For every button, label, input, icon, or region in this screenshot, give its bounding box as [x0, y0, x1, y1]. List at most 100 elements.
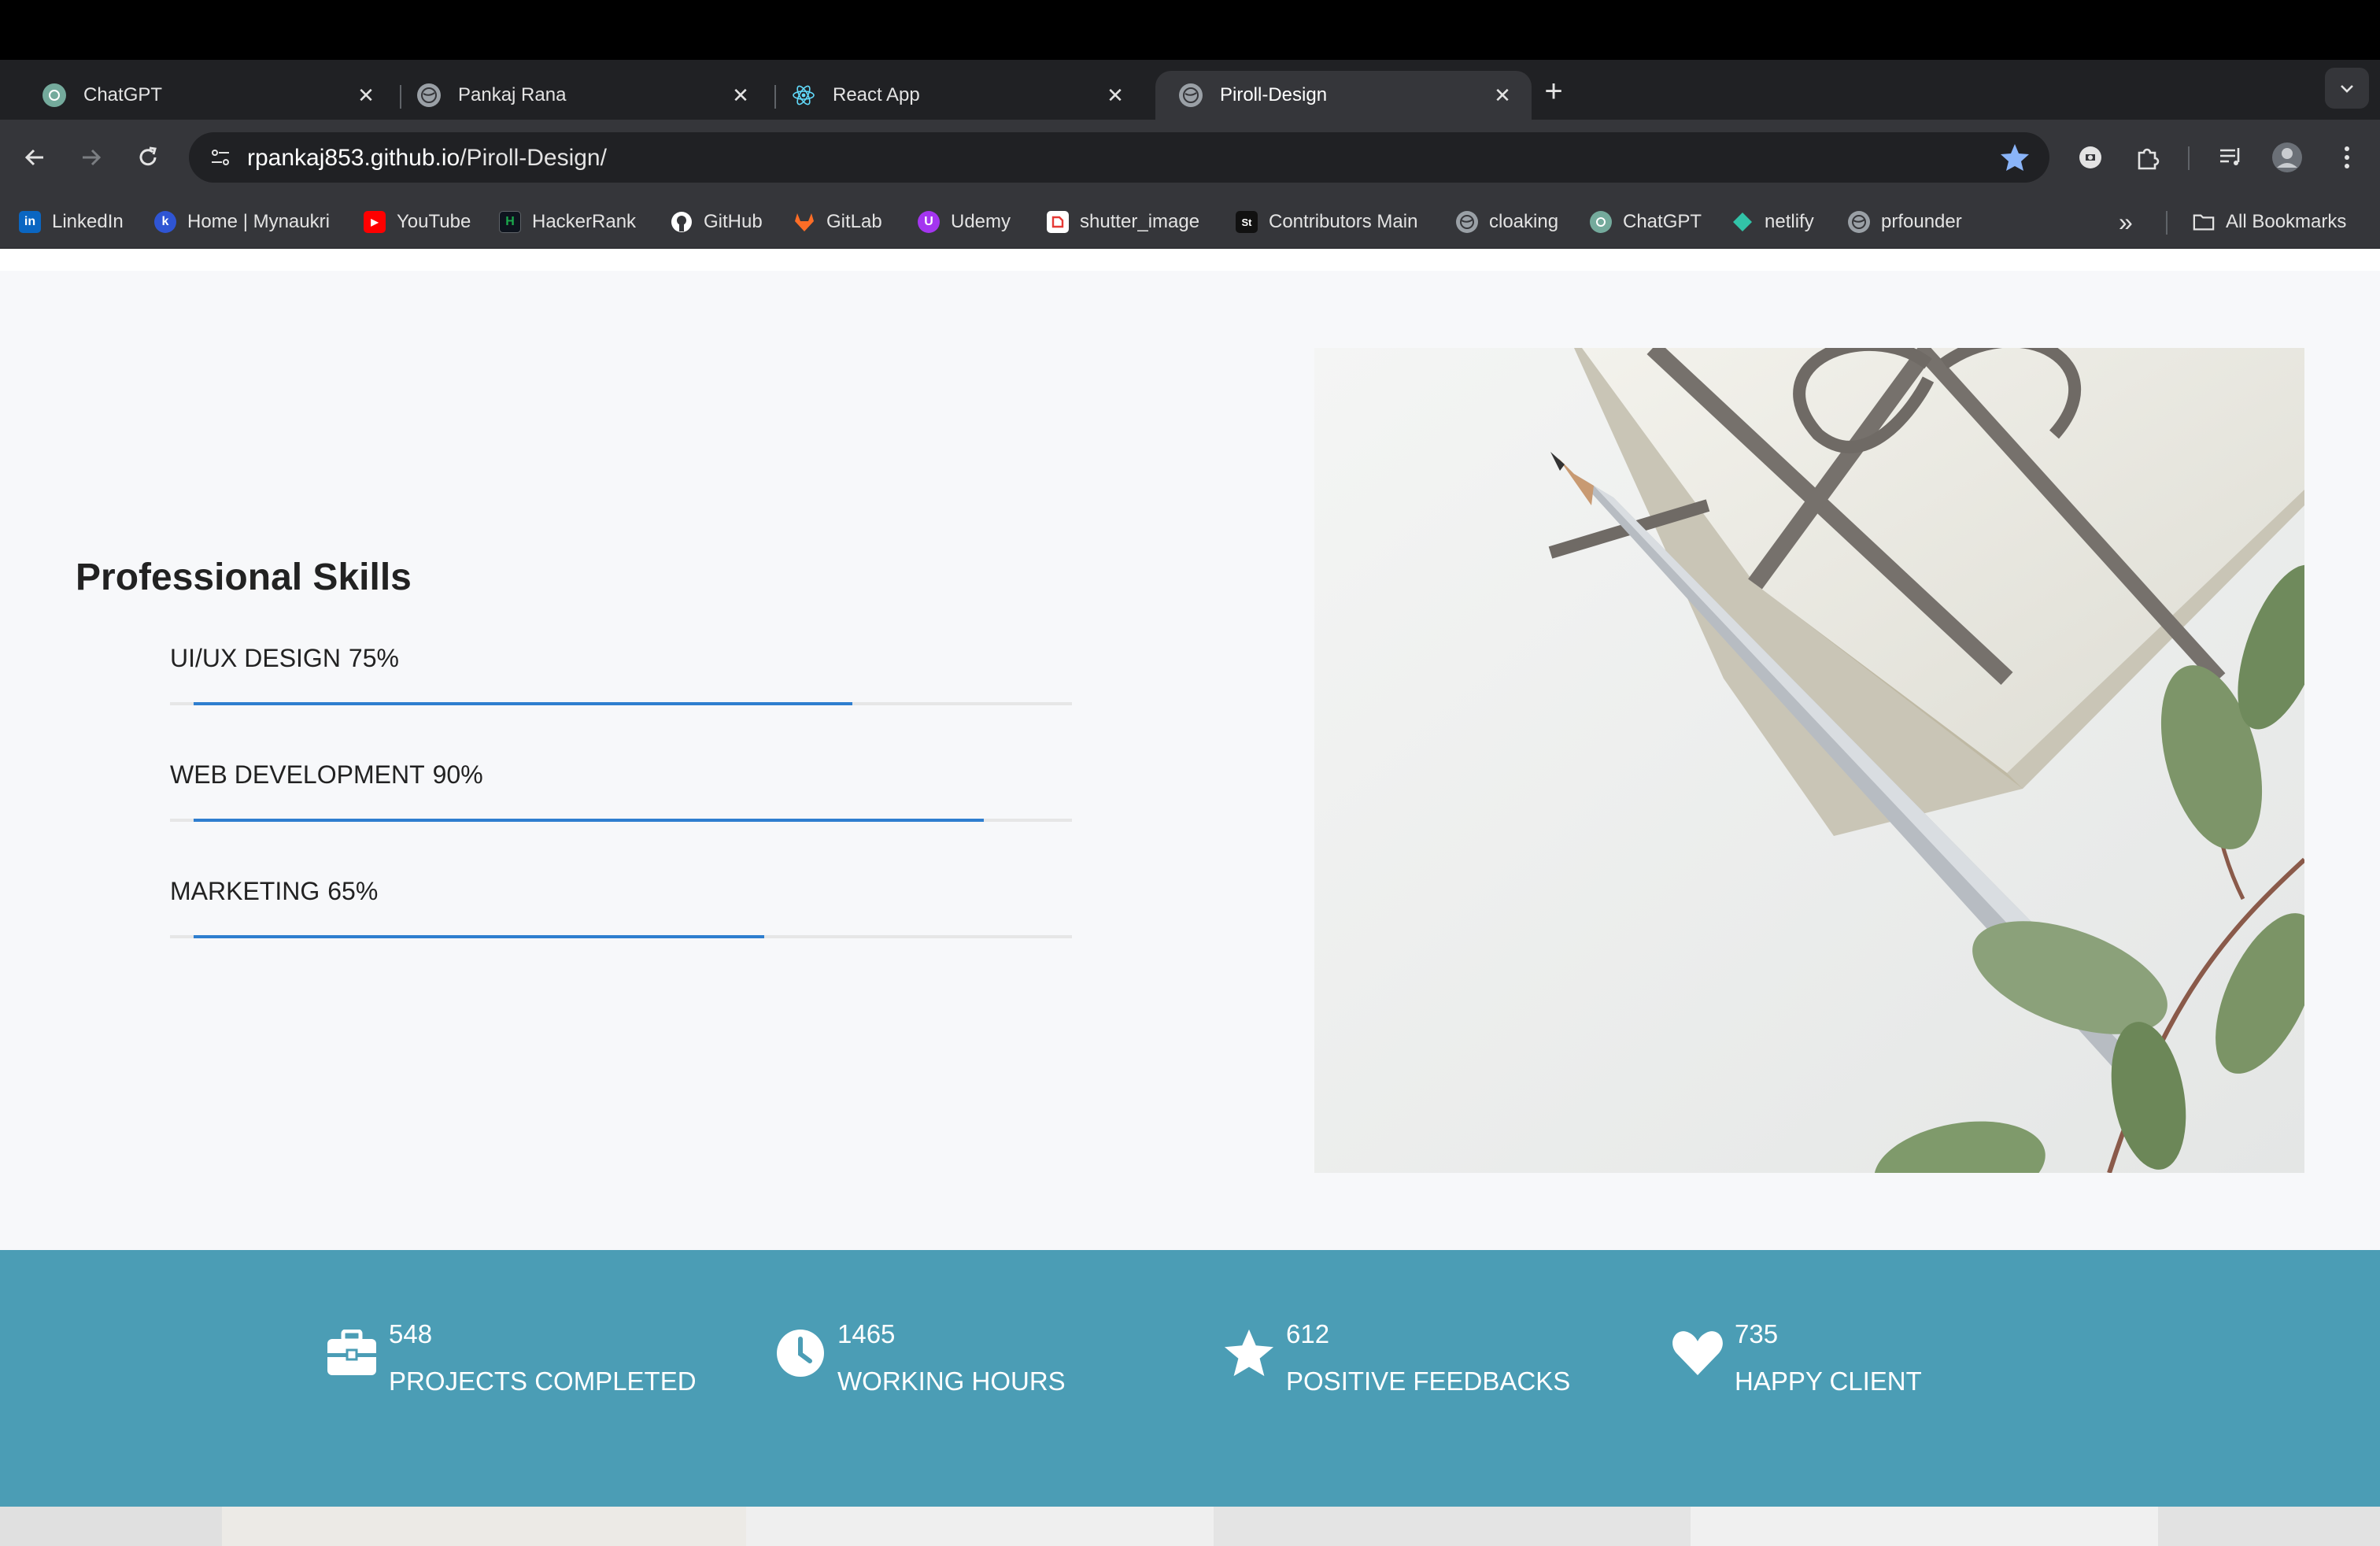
- portfolio-gallery-preview: [0, 1507, 2380, 1546]
- react-icon: [792, 83, 815, 107]
- linkedin-icon: in: [19, 211, 41, 233]
- bookmark-chatgpt[interactable]: ChatGPT: [1590, 206, 1702, 238]
- gallery-tile: [222, 1507, 746, 1546]
- tab-react-app[interactable]: React App ✕: [768, 71, 1144, 120]
- star-icon: [1223, 1327, 1275, 1379]
- udemy-icon: U: [918, 211, 940, 233]
- skill-progress-track: [170, 935, 1072, 938]
- extension-icon[interactable]: [2071, 139, 2109, 176]
- bookmark-linkedin[interactable]: in LinkedIn: [19, 206, 124, 238]
- tab-pankaj-rana[interactable]: Pankaj Rana ✕: [394, 71, 770, 120]
- bookmark-label: cloaking: [1489, 211, 1559, 232]
- new-tab-button[interactable]: +: [1536, 74, 1571, 109]
- url-host: rpankaj853.github.io: [247, 145, 460, 171]
- gallery-tile: [0, 1507, 222, 1546]
- netlify-icon: [1731, 211, 1754, 233]
- all-bookmarks-button[interactable]: All Bookmarks: [2193, 206, 2346, 238]
- more-menu-icon[interactable]: [2328, 139, 2366, 176]
- tab-title: ChatGPT: [83, 84, 163, 105]
- bookmark-github[interactable]: GitHub: [671, 206, 763, 238]
- bookmarks-separator: [2166, 211, 2168, 235]
- shutter-icon: [1047, 211, 1069, 233]
- gallery-tile: [746, 1507, 1214, 1546]
- skills-photo: [1314, 348, 2304, 1173]
- bookmark-label: prfounder: [1881, 211, 1962, 232]
- skill-progress-fill: [194, 819, 984, 822]
- puzzle-icon[interactable]: [2128, 139, 2166, 176]
- bookmark-label: ChatGPT: [1623, 211, 1702, 232]
- skill-label: MARKETING 65%: [170, 877, 379, 905]
- bookmark-star-icon[interactable]: [1999, 142, 2031, 173]
- url-text: rpankaj853.github.io/Piroll-Design/: [247, 145, 607, 172]
- toolbar-separator: [2188, 146, 2190, 170]
- more-bookmarks-button[interactable]: »: [2119, 206, 2133, 238]
- address-bar[interactable]: rpankaj853.github.io/Piroll-Design/: [189, 132, 2049, 183]
- bookmark-label: shutter_image: [1080, 211, 1200, 232]
- close-icon[interactable]: ✕: [729, 83, 752, 107]
- heart-icon: [1672, 1327, 1724, 1379]
- stats-section: 548 PROJECTS COMPLETED 1465 WORKING HOUR…: [0, 1250, 2380, 1507]
- arrow-right-icon: [83, 149, 102, 166]
- media-control-icon[interactable]: [2212, 139, 2249, 176]
- tab-strip: ChatGPT ✕ Pankaj Rana ✕ React App ✕ Piro…: [0, 60, 2380, 120]
- tab-piroll-design[interactable]: Piroll-Design ✕: [1155, 71, 1532, 120]
- stat-number: 1465: [837, 1319, 896, 1348]
- mynaukri-icon: k: [154, 211, 176, 233]
- bookmark-label: netlify: [1765, 211, 1814, 232]
- stat-number: 612: [1286, 1319, 1330, 1348]
- bookmark-prfounder[interactable]: prfounder: [1848, 206, 1962, 238]
- bookmark-label: Home | Mynaukri: [187, 211, 330, 232]
- gallery-tile: [1214, 1507, 1691, 1546]
- skill-progress-fill: [194, 935, 764, 938]
- gallery-tile: [1691, 1507, 2158, 1546]
- bookmarks-bar: in LinkedIn k Home | Mynaukri ▶ YouTube …: [0, 195, 2380, 249]
- tab-chatgpt[interactable]: ChatGPT ✕: [19, 71, 395, 120]
- close-icon[interactable]: ✕: [1103, 83, 1127, 107]
- stat-label: PROJECTS COMPLETED: [389, 1367, 697, 1396]
- header-bottom-edge: [0, 249, 2380, 271]
- gitlab-icon: [793, 211, 815, 233]
- bookmark-mynaukri[interactable]: k Home | Mynaukri: [154, 206, 330, 238]
- clock-icon: [774, 1327, 826, 1379]
- briefcase-icon: [326, 1327, 378, 1379]
- skill-progress-track: [170, 702, 1072, 705]
- window-top-bar: [0, 0, 2380, 60]
- chatgpt-icon: [1590, 211, 1612, 233]
- bookmark-contributors-main[interactable]: St Contributors Main: [1236, 206, 1417, 238]
- reload-button[interactable]: [128, 137, 168, 178]
- globe-icon: [1456, 211, 1478, 233]
- site-info-icon[interactable]: [203, 140, 238, 175]
- stat-label: WORKING HOURS: [837, 1367, 1066, 1396]
- close-icon[interactable]: ✕: [1491, 83, 1514, 107]
- stat-label: POSITIVE FEEDBACKS: [1286, 1367, 1571, 1396]
- reload-icon: [139, 146, 157, 166]
- skill-label: UI/UX DESIGN 75%: [170, 644, 399, 672]
- tab-title: Pankaj Rana: [458, 84, 567, 105]
- bookmark-youtube[interactable]: ▶ YouTube: [364, 206, 471, 238]
- stat-number: 735: [1735, 1319, 1779, 1348]
- bookmark-gitlab[interactable]: GitLab: [793, 206, 882, 238]
- bookmark-label: YouTube: [397, 211, 471, 232]
- url-path: /Piroll-Design/: [460, 145, 607, 171]
- bookmark-shutter-image[interactable]: shutter_image: [1047, 206, 1199, 238]
- skill-progress-fill: [194, 702, 852, 705]
- arrow-left-icon: [24, 149, 43, 166]
- browser-toolbar: rpankaj853.github.io/Piroll-Design/: [0, 120, 2380, 195]
- back-button[interactable]: [14, 137, 55, 178]
- folder-icon: [2193, 211, 2215, 233]
- forward-button[interactable]: [71, 137, 112, 178]
- chevron-down-icon: [2341, 85, 2353, 93]
- close-icon[interactable]: ✕: [354, 83, 378, 107]
- bookmark-hackerrank[interactable]: H HackerRank: [499, 206, 636, 238]
- tab-search-button[interactable]: [2325, 68, 2369, 109]
- bookmark-cloaking[interactable]: cloaking: [1456, 206, 1558, 238]
- profile-avatar[interactable]: [2268, 139, 2306, 176]
- bookmark-udemy[interactable]: U Udemy: [918, 206, 1011, 238]
- shutterstock-icon: St: [1236, 211, 1258, 233]
- tab-title: React App: [833, 84, 920, 105]
- bookmark-label: Contributors Main: [1269, 211, 1418, 232]
- bookmark-netlify[interactable]: netlify: [1731, 206, 1814, 238]
- page-viewport: Professional Skills UI/UX DESIGN 75% WEB …: [0, 249, 2380, 1546]
- gallery-tile: [2158, 1507, 2380, 1546]
- globe-icon: [1848, 211, 1870, 233]
